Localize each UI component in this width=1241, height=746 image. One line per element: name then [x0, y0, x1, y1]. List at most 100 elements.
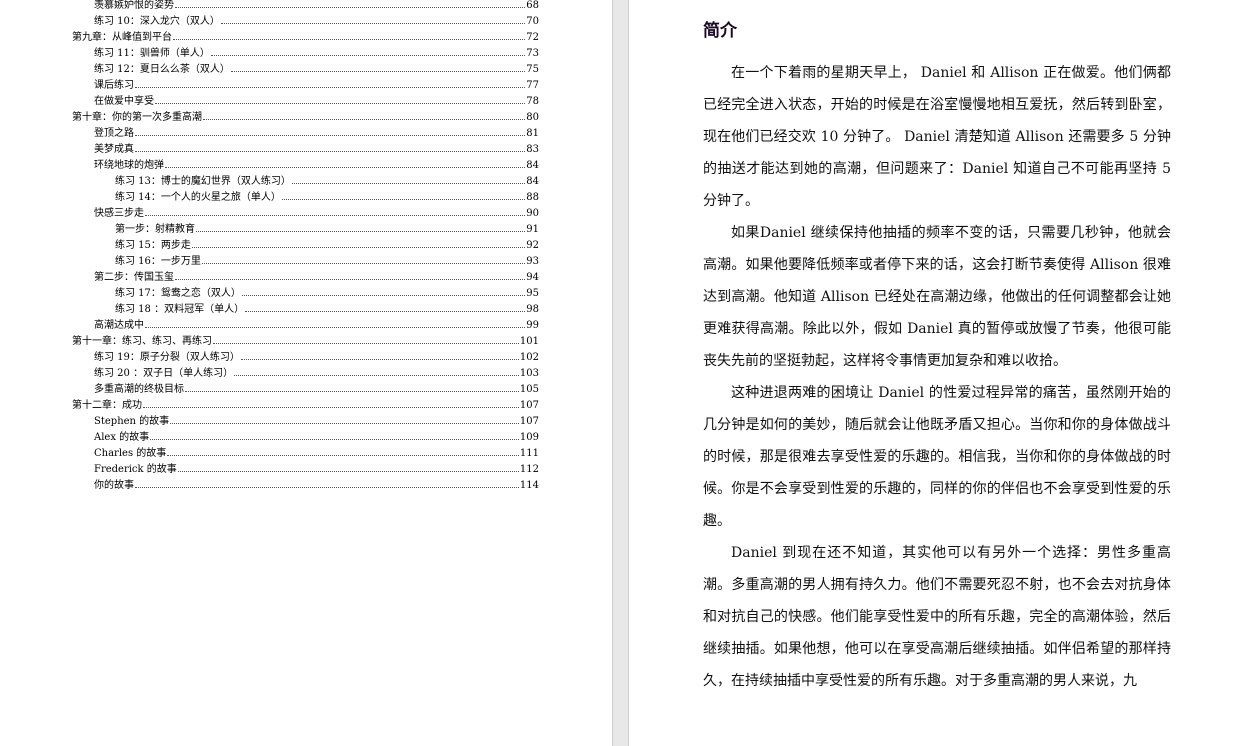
toc-entry[interactable]: 美梦成真 83	[72, 142, 539, 158]
toc-entry[interactable]: 练习 13：博士的魔幻世界（双人练习） 84	[72, 174, 539, 190]
table-of-contents: 羡慕嫉妒恨的姿势 68 练习 10：深入龙穴（双人） 70 第九章：从峰值到平台 72 练习…	[72, 0, 539, 494]
toc-entry-title: 多重高潮的终极目标	[94, 384, 184, 395]
toc-leader-dots	[177, 470, 519, 472]
toc-leader-dots	[213, 342, 519, 344]
toc-entry-title: 第一步：射精教育	[115, 224, 195, 235]
toc-entry[interactable]: Frederick 的故事 112	[72, 462, 539, 478]
toc-leader-dots	[135, 86, 526, 88]
toc-leader-dots	[240, 358, 519, 360]
toc-entry-page: 84	[526, 160, 539, 171]
toc-entry-title: 你的故事	[94, 480, 134, 491]
toc-entry-title: 美梦成真	[94, 144, 134, 155]
toc-entry[interactable]: 第一步：射精教育 91	[72, 222, 539, 238]
toc-leader-dots	[210, 54, 526, 56]
toc-entry-page: 94	[526, 272, 539, 283]
paragraph: 这种进退两难的困境让 Daniel 的性爱过程异常的痛苦，虽然刚开始的几分钟是如…	[703, 385, 1171, 529]
toc-entry[interactable]: 高潮达成中 99	[72, 318, 539, 334]
toc-leader-dots	[281, 198, 526, 200]
toc-entry-title: Frederick 的故事	[94, 464, 177, 475]
toc-entry-page: 70	[526, 16, 539, 27]
page-gutter	[612, 0, 629, 746]
toc-leader-dots	[245, 310, 526, 312]
toc-entry-title: 第二步：传国玉玺	[94, 272, 174, 283]
toc-page: 羡慕嫉妒恨的姿势 68 练习 10：深入龙穴（双人） 70 第九章：从峰值到平台 72 练习…	[0, 0, 612, 746]
toc-entry-page: 111	[519, 448, 539, 459]
toc-entry[interactable]: 羡慕嫉妒恨的姿势 68	[72, 0, 539, 14]
toc-entry-title: 练习 18 ：双料冠军（单人）	[115, 304, 245, 315]
toc-entry[interactable]: Alex 的故事 109	[72, 430, 539, 446]
toc-entry[interactable]: 登顶之路 81	[72, 126, 539, 142]
toc-entry[interactable]: 练习 10：深入龙穴（双人） 70	[72, 14, 539, 30]
toc-leader-dots	[241, 294, 526, 296]
toc-leader-dots	[185, 390, 519, 392]
toc-entry[interactable]: 练习 18 ：双料冠军（单人） 98	[72, 302, 539, 318]
toc-leader-dots	[143, 406, 519, 408]
toc-leader-dots	[170, 422, 519, 424]
toc-entry[interactable]: 快感三步走 90	[72, 206, 539, 222]
toc-entry[interactable]: 练习 20 ：双子日（单人练习） 103	[72, 366, 539, 382]
toc-leader-dots	[135, 486, 519, 488]
toc-entry[interactable]: 第二步：传国玉玺 94	[72, 270, 539, 286]
toc-entry-title: Charles 的故事	[94, 448, 167, 459]
toc-entry-title: 练习 10：深入龙穴（双人）	[94, 16, 220, 27]
toc-entry[interactable]: 练习 15：两步走 92	[72, 238, 539, 254]
toc-leader-dots	[203, 118, 526, 120]
toc-entry[interactable]: Stephen 的故事 107	[72, 414, 539, 430]
toc-entry-page: 109	[519, 432, 539, 443]
toc-entry[interactable]: 练习 19：原子分裂（双人练习） 102	[72, 350, 539, 366]
toc-entry-page: 75	[526, 64, 539, 75]
toc-entry[interactable]: 练习 11：驯兽师（单人） 73	[72, 46, 539, 62]
toc-entry[interactable]: 你的故事 114	[72, 478, 539, 494]
toc-entry[interactable]: 练习 12：夏日么么茶（双人） 75	[72, 62, 539, 78]
toc-entry-title: 课后练习	[94, 80, 134, 91]
toc-entry-title: 练习 14：一个人的火星之旅（单人）	[115, 192, 281, 203]
toc-entry[interactable]: 环绕地球的炮弹 84	[72, 158, 539, 174]
toc-entry-title: 羡慕嫉妒恨的姿势	[94, 0, 174, 11]
toc-entry[interactable]: 第九章：从峰值到平台 72	[72, 30, 539, 46]
toc-entry[interactable]: 第十一章：练习、练习、再练习 101	[72, 334, 539, 350]
toc-entry[interactable]: 练习 16：一步万里 93	[72, 254, 539, 270]
toc-entry[interactable]: 第十章：你的第一次多重高潮 80	[72, 110, 539, 126]
toc-entry[interactable]: 练习 14：一个人的火星之旅（单人） 88	[72, 190, 539, 206]
toc-entry-title: 练习 12：夏日么么茶（双人）	[94, 64, 230, 75]
toc-leader-dots	[191, 246, 526, 248]
toc-entry-page: 78	[526, 96, 539, 107]
toc-leader-dots	[135, 150, 526, 152]
toc-entry-page: 84	[526, 176, 539, 187]
toc-entry-page: 68	[526, 0, 539, 11]
toc-entry-title: 环绕地球的炮弹	[94, 160, 164, 171]
toc-entry[interactable]: 多重高潮的终极目标 105	[72, 382, 539, 398]
toc-entry-page: 77	[526, 80, 539, 91]
toc-entry-page: 98	[526, 304, 539, 315]
toc-entry-title: Alex 的故事	[94, 432, 150, 443]
toc-entry-title: 第九章：从峰值到平台	[72, 32, 172, 43]
toc-entry-page: 99	[526, 320, 539, 331]
toc-entry-page: 107	[519, 416, 539, 427]
toc-entry-page: 102	[519, 352, 539, 363]
toc-entry-title: 第十章：你的第一次多重高潮	[72, 112, 202, 123]
toc-entry-page: 81	[526, 128, 539, 139]
toc-entry[interactable]: 第十二章：成功 107	[72, 398, 539, 414]
body-text: 在一个下着雨的星期天早上， Daniel 和 Allison 正在做爱。他们俩都…	[703, 57, 1171, 697]
toc-entry[interactable]: Charles 的故事 111	[72, 446, 539, 462]
toc-entry-title: Stephen 的故事	[94, 416, 170, 427]
toc-entry[interactable]: 课后练习 77	[72, 78, 539, 94]
toc-leader-dots	[234, 374, 519, 376]
toc-entry-page: 112	[519, 464, 539, 475]
toc-leader-dots	[201, 262, 526, 264]
toc-entry-title: 练习 16：一步万里	[115, 256, 201, 267]
toc-entry[interactable]: 练习 17：鸳鸯之恋（双人） 95	[72, 286, 539, 302]
toc-entry-page: 92	[526, 240, 539, 251]
toc-leader-dots	[145, 326, 526, 328]
toc-leader-dots	[155, 102, 526, 104]
paragraph: 在一个下着雨的星期天早上， Daniel 和 Allison 正在做爱。他们俩都…	[703, 65, 1171, 209]
toc-leader-dots	[165, 166, 526, 168]
toc-entry-title: 练习 11：驯兽师（单人）	[94, 48, 210, 59]
toc-entry-page: 105	[519, 384, 539, 395]
section-heading: 简介	[703, 21, 737, 41]
intro-page: 简介 在一个下着雨的星期天早上， Daniel 和 Allison 正在做爱。他…	[629, 0, 1241, 746]
toc-entry-page: 95	[526, 288, 539, 299]
toc-entry[interactable]: 在做爱中享受 78	[72, 94, 539, 110]
toc-entry-page: 101	[519, 336, 539, 347]
toc-entry-page: 91	[526, 224, 539, 235]
